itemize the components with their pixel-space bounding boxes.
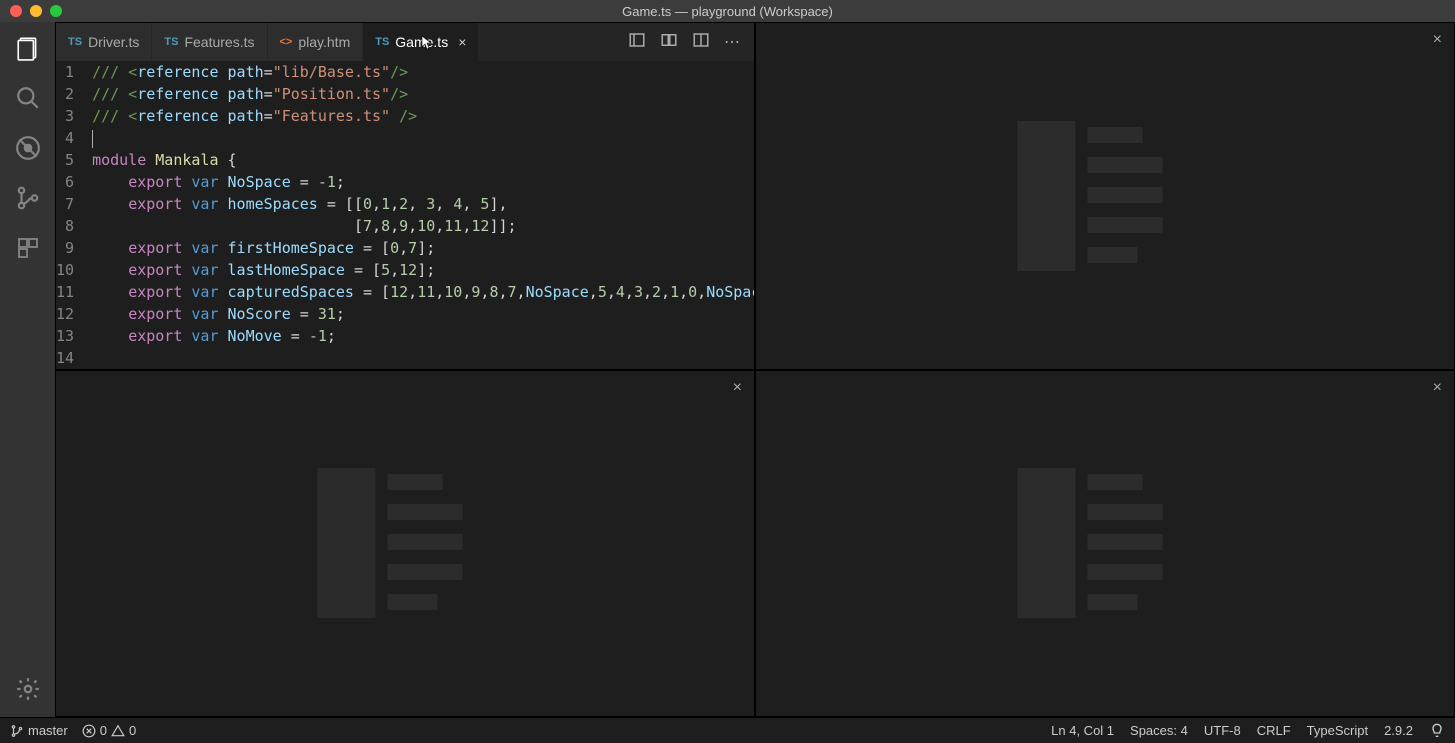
close-pane-icon[interactable]: ×: [1433, 379, 1442, 397]
warning-count: 0: [129, 723, 136, 738]
minimize-window-icon[interactable]: [30, 5, 42, 17]
activity-bar: [0, 22, 55, 717]
scm-icon[interactable]: [14, 184, 42, 212]
tab-features[interactable]: TS Features.ts: [152, 23, 267, 61]
branch-name: master: [28, 723, 68, 738]
window-controls[interactable]: [10, 5, 62, 17]
ts-icon: TS: [164, 36, 178, 48]
line-gutter: 1234567891011121314: [56, 61, 92, 369]
close-pane-icon[interactable]: ×: [1433, 31, 1442, 49]
empty-editor-placeholder-icon: [318, 468, 493, 618]
ts-icon: TS: [68, 36, 82, 48]
split-icon[interactable]: [692, 31, 710, 54]
main-area: TS Driver.ts TS Features.ts <> play.htm …: [0, 22, 1455, 717]
language-mode[interactable]: TypeScript: [1307, 723, 1368, 738]
editor-pane-bottom-left[interactable]: ×: [55, 370, 755, 718]
editor-workspace: TS Driver.ts TS Features.ts <> play.htm …: [55, 22, 1455, 717]
debug-icon[interactable]: [14, 134, 42, 162]
search-icon[interactable]: [14, 84, 42, 112]
indentation[interactable]: Spaces: 4: [1130, 723, 1188, 738]
error-count: 0: [100, 723, 107, 738]
tab-bar: TS Driver.ts TS Features.ts <> play.htm …: [56, 23, 754, 61]
close-tab-icon[interactable]: ×: [458, 34, 466, 50]
problems[interactable]: 0 0: [82, 723, 136, 738]
tab-actions: ⋯: [614, 23, 754, 61]
cursor-position[interactable]: Ln 4, Col 1: [1051, 723, 1114, 738]
git-branch[interactable]: master: [10, 723, 68, 738]
code-content[interactable]: /// <reference path="lib/Base.ts"/>/// <…: [92, 61, 754, 369]
encoding[interactable]: UTF-8: [1204, 723, 1241, 738]
empty-editor-placeholder-icon: [1018, 121, 1193, 271]
tab-label: play.htm: [298, 34, 350, 50]
tab-driver[interactable]: TS Driver.ts: [56, 23, 152, 61]
empty-editor-placeholder-icon: [1018, 468, 1193, 618]
extensions-icon[interactable]: [14, 234, 42, 262]
eol[interactable]: CRLF: [1257, 723, 1291, 738]
settings-gear-icon[interactable]: [14, 675, 42, 703]
ts-icon: TS: [375, 36, 389, 48]
tab-label: Driver.ts: [88, 34, 139, 50]
preview-icon[interactable]: [628, 31, 646, 54]
editor-pane-top-left: TS Driver.ts TS Features.ts <> play.htm …: [55, 22, 755, 370]
window-title: Game.ts — playground (Workspace): [622, 4, 833, 19]
tab-label: Features.ts: [184, 34, 254, 50]
feedback-icon[interactable]: [1429, 723, 1445, 739]
tab-label: Game.ts: [395, 34, 448, 50]
code-editor[interactable]: 1234567891011121314 /// <reference path=…: [56, 61, 754, 369]
zoom-window-icon[interactable]: [50, 5, 62, 17]
tab-game[interactable]: TS Game.ts ×: [363, 23, 479, 61]
diff-icon[interactable]: [660, 31, 678, 54]
tab-play-htm[interactable]: <> play.htm: [268, 23, 364, 61]
html-icon: <>: [280, 36, 293, 48]
close-window-icon[interactable]: [10, 5, 22, 17]
more-icon[interactable]: ⋯: [724, 32, 740, 52]
editor-pane-bottom-right[interactable]: ×: [755, 370, 1455, 718]
close-pane-icon[interactable]: ×: [733, 379, 742, 397]
title-bar: Game.ts — playground (Workspace): [0, 0, 1455, 22]
ts-version[interactable]: 2.9.2: [1384, 723, 1413, 738]
explorer-icon[interactable]: [14, 34, 42, 62]
editor-pane-top-right[interactable]: ×: [755, 22, 1455, 370]
status-bar: master 0 0 Ln 4, Col 1 Spaces: 4 UTF-8 C…: [0, 717, 1455, 743]
